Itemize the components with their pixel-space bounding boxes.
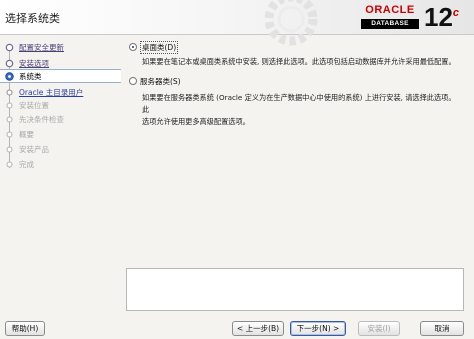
message-panel bbox=[126, 268, 464, 311]
server-class-description-line: 如果要在服务器类系统 (Oracle 定义为在生产数据中心中使用的系统) 上进行… bbox=[142, 93, 456, 114]
next-button[interactable]: 下一步(N) > bbox=[290, 321, 346, 336]
system-class-panel: 桌面类(D) 如果要在笔记本或桌面类系统中安装, 则选择此选项。此选项包括启动数… bbox=[126, 40, 466, 270]
step-summary: 概要 bbox=[0, 128, 121, 141]
step-label: 安装产品 bbox=[19, 145, 49, 154]
back-button[interactable]: < 上一步(B) bbox=[232, 321, 284, 336]
step-done-icon bbox=[5, 59, 14, 68]
step-security-updates[interactable]: 配置安全更新 bbox=[0, 41, 121, 54]
server-class-description-line: 选项允许使用更多高级配置选项。 bbox=[142, 117, 250, 126]
step-finish: 完成 bbox=[0, 158, 121, 171]
server-class-option[interactable]: 服务器类(S) bbox=[126, 76, 206, 88]
step-system-class[interactable]: 系统类 bbox=[0, 69, 121, 83]
install-button[interactable]: 安装(I) bbox=[358, 321, 400, 336]
step-pending-icon bbox=[6, 161, 13, 168]
version-suffix: c bbox=[452, 7, 460, 19]
step-label: 先决条件检查 bbox=[19, 115, 64, 124]
step-label: 配置安全更新 bbox=[19, 43, 64, 52]
step-install-product: 安装产品 bbox=[0, 143, 121, 156]
server-class-radio[interactable] bbox=[129, 77, 137, 85]
step-pending-icon bbox=[6, 116, 13, 123]
version-number: 12 bbox=[424, 2, 453, 32]
step-done-icon bbox=[5, 43, 14, 52]
step-pending-icon bbox=[6, 131, 13, 138]
server-class-label[interactable]: 服务器类(S) bbox=[140, 76, 181, 87]
help-button[interactable]: 帮助(H) bbox=[5, 321, 45, 336]
step-label: Oracle 主目录用户 bbox=[19, 88, 84, 97]
step-label: 概要 bbox=[19, 130, 34, 139]
step-pending-icon bbox=[6, 146, 13, 153]
desktop-class-label[interactable]: 桌面类(D) bbox=[140, 41, 179, 54]
oracle-logo: ORACLE DATABASE bbox=[361, 5, 419, 31]
step-label: 系统类 bbox=[19, 72, 42, 81]
step-pending-icon bbox=[6, 102, 13, 109]
step-label: 完成 bbox=[19, 160, 34, 169]
step-oracle-home-user[interactable]: Oracle 主目录用户 bbox=[0, 86, 121, 99]
button-bar: 帮助(H) < 上一步(B) 下一步(N) > 安装(I) 取消 bbox=[0, 316, 474, 339]
step-navigation: 配置安全更新 安装选项 系统类 Oracle 主目录用户 安装位置 先决条件检查… bbox=[0, 35, 121, 313]
cancel-button[interactable]: 取消 bbox=[420, 321, 464, 336]
desktop-class-option[interactable]: 桌面类(D) bbox=[126, 41, 206, 54]
header-banner: 选择系统类 ORACLE DATABASE 12c bbox=[0, 0, 474, 46]
step-pending-icon bbox=[6, 89, 13, 96]
step-current-icon bbox=[5, 72, 14, 81]
page-title: 选择系统类 bbox=[5, 12, 60, 25]
desktop-class-radio[interactable] bbox=[129, 43, 137, 51]
step-prereq-checks: 先决条件检查 bbox=[0, 113, 121, 126]
oracle-logo-text: ORACLE bbox=[365, 4, 415, 16]
desktop-class-description: 如果要在笔记本或桌面类系统中安装, 则选择此选项。此选项包括启动数据库并允许采用… bbox=[142, 56, 462, 68]
version-logo: 12c bbox=[424, 2, 459, 32]
database-logo-text: DATABASE bbox=[361, 19, 419, 29]
server-class-description: 如果要在服务器类系统 (Oracle 定义为在生产数据中心中使用的系统) 上进行… bbox=[142, 92, 462, 128]
step-label: 安装位置 bbox=[19, 101, 49, 110]
desktop-class-description-line: 如果要在笔记本或桌面类系统中安装, 则选择此选项。此选项包括启动数据库并允许采用… bbox=[142, 57, 456, 66]
step-install-location: 安装位置 bbox=[0, 99, 121, 112]
